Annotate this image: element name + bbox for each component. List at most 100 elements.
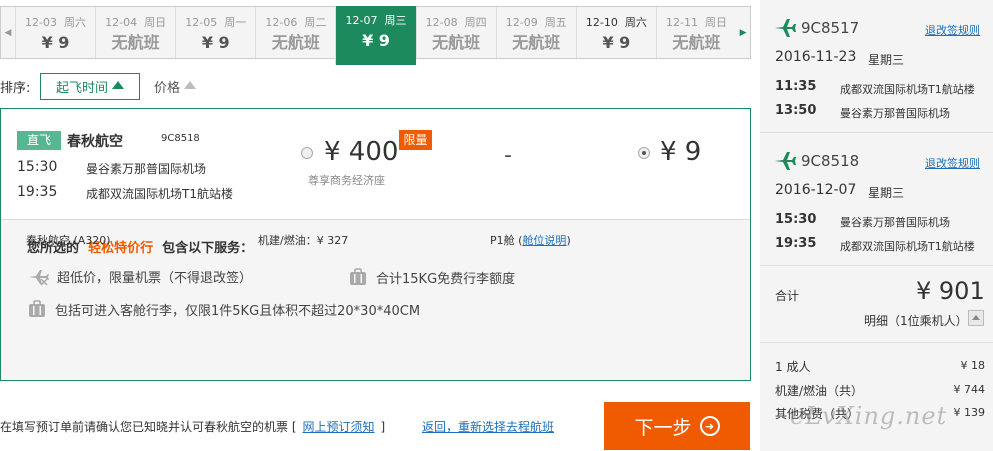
booking-notice: 在填写预订单前请确认您已知晓并认可春秋航空的机票 [网上预订须知]: [0, 420, 386, 434]
date-cell[interactable]: 12-10 周六 ¥ 9: [575, 7, 656, 58]
suitcase-icon: [350, 268, 366, 285]
limited-tag: 限量: [399, 130, 432, 150]
no-change-plane-icon: [29, 269, 49, 286]
summary-dep-airport: 曼谷素万那普国际机场: [840, 216, 950, 229]
collapse-detail-button[interactable]: [968, 310, 984, 326]
next-dates-arrow-icon[interactable]: ▶: [736, 7, 751, 58]
fare-option-radio-selected[interactable]: [638, 147, 650, 159]
service-text: 包括可进入客舱行李，仅限1件5KG且体积不超过20*30*40CM: [55, 303, 421, 319]
booking-terms-link[interactable]: 网上预订须知: [303, 420, 375, 434]
sort-up-arrow-icon: [184, 81, 197, 89]
date-cell[interactable]: 12-05 周一 ¥ 9: [175, 7, 256, 58]
date-cell[interactable]: 12-03 周六 ¥ 9: [14, 7, 96, 58]
prev-dates-arrow-icon[interactable]: ◀: [1, 7, 15, 58]
date-price: ¥ 9: [362, 31, 390, 50]
summary-flight-number: 9C8517: [801, 19, 860, 37]
plane-icon: [775, 152, 796, 170]
date-price: ¥ 9: [41, 33, 70, 52]
date-label: 12-09 周五: [505, 16, 567, 29]
date-price: 无航班: [672, 33, 721, 52]
fare-option-radio[interactable]: [301, 147, 313, 159]
watermark: eLvXing.net: [790, 402, 948, 430]
cabin-class: 尊享商务经济座: [308, 174, 385, 187]
sort-bar: 排序: 起飞时间 价格: [0, 72, 197, 100]
date-label: 12-03 周六: [25, 16, 86, 29]
date-price: 无航班: [271, 33, 320, 52]
date-price: ¥ 9: [602, 33, 631, 52]
date-cell-selected[interactable]: 12-07 周三 ¥ 9: [335, 6, 416, 65]
sort-departure-label: 起飞时间: [55, 80, 108, 96]
reselect-outbound-link[interactable]: 返回，重新选择去程航班: [422, 418, 554, 435]
sort-label: 排序:: [0, 80, 31, 96]
date-label: 12-05 周一: [185, 16, 247, 29]
fee-value: ¥ 18: [960, 359, 986, 372]
summary-weekday: 星期三: [868, 186, 905, 200]
date-strip: ◀ 12-03 周六 ¥ 9 12-04 周日无航班 12-05 周一 ¥ 9 12…: [0, 6, 751, 65]
divider: [760, 342, 993, 343]
date-label: 12-04 周日: [105, 16, 167, 29]
summary-date: 2016-12-07: [775, 182, 857, 198]
total-label: 合计: [775, 289, 800, 303]
summary-arr-airport: 成都双流国际机场T1航站楼: [840, 240, 975, 253]
departure-airport: 曼谷素万那普国际机场: [86, 162, 207, 176]
summary-dep-time: 15:30: [775, 212, 817, 227]
date-label: 12-07 周三: [345, 14, 407, 27]
arrival-airport: 成都双流国际机场T1航站楼: [86, 187, 233, 201]
divider: [760, 132, 993, 133]
sort-departure-time-button[interactable]: 起飞时间: [40, 72, 140, 100]
date-label: 12-06 周二: [265, 16, 327, 29]
cabin-class-code: P1舱 (舱位说明): [490, 234, 571, 247]
price-detail-label: 明细（1位乘机人）: [864, 314, 968, 328]
date-cell[interactable]: 12-06 周二无航班: [255, 7, 336, 58]
refund-rules-link[interactable]: 退改签规则: [925, 22, 980, 38]
date-price: 无航班: [111, 33, 160, 52]
no-fare-dash: -: [504, 143, 512, 168]
summary-dep-airport: 成都双流国际机场T1航站楼: [840, 83, 975, 96]
fee-value: ¥ 744: [953, 383, 986, 396]
summary-date: 2016-11-23: [775, 49, 857, 65]
refund-rules-link[interactable]: 退改签规则: [925, 155, 980, 171]
date-label: 12-10 周六: [585, 16, 647, 29]
service-text: 合计15KG免费行李额度: [376, 271, 516, 287]
total-price: ¥ 901: [916, 277, 985, 305]
flight-card: 直飞 春秋航空 9C8518 15:30 曼谷素万那普国际机场 19:35 成都…: [0, 108, 751, 381]
fare-option-price: ¥ 400: [324, 137, 399, 167]
service-item: 包括可进入客舱行李，仅限1件5KG且体积不超过20*30*40CM: [27, 299, 420, 319]
date-price: 无航班: [512, 33, 561, 52]
summary-arr-time: 19:35: [775, 236, 817, 251]
service-panel: 您所选的 轻松特价行 包含以下服务： 超低价，限量机票（不得退改签） 合计15K…: [1, 220, 750, 380]
flight-number: 9C8518: [161, 133, 200, 144]
date-price: ¥ 9: [201, 33, 230, 52]
direct-flight-badge: 直飞: [17, 131, 61, 150]
arrival-time: 19:35: [17, 184, 58, 200]
fee-label: 机建/燃油（共）: [775, 384, 864, 398]
departure-time: 15:30: [17, 159, 58, 175]
divider: [760, 265, 993, 266]
cabin-info-link[interactable]: 舱位说明: [522, 234, 566, 247]
circle-arrow-right-icon: ➜: [699, 416, 720, 436]
service-item: 超低价，限量机票（不得退改签）: [27, 267, 252, 286]
service-item: 合计15KG免费行李额度: [348, 267, 515, 287]
service-text: 超低价，限量机票（不得退改签）: [57, 271, 253, 286]
sort-price-button[interactable]: 价格: [154, 77, 197, 96]
date-label: 12-11 周日: [666, 16, 727, 29]
date-cell[interactable]: 12-09 周五无航班: [495, 7, 576, 58]
date-label: 12-08 周四: [425, 16, 487, 29]
airline-name: 春秋航空: [67, 134, 123, 150]
fee-label: 1 成人: [775, 360, 811, 374]
summary-weekday: 星期三: [868, 53, 905, 67]
aircraft-type: 春秋航空 (A320): [26, 234, 111, 247]
summary-arr-time: 13:50: [775, 103, 817, 118]
fee-value: ¥ 139: [953, 406, 986, 419]
fare-option-price: ¥ 9: [660, 137, 702, 167]
sort-up-arrow-icon: [112, 81, 124, 89]
next-step-button[interactable]: 下一步 ➜: [604, 402, 750, 450]
order-summary: 9C8517 退改签规则 2016-11-23 星期三 11:35 成都双流国际…: [760, 0, 993, 451]
date-cell[interactable]: 12-08 周四 无航班: [415, 7, 496, 58]
summary-flight-number: 9C8518: [801, 152, 860, 170]
next-step-label: 下一步: [634, 416, 692, 439]
sort-price-label: 价格: [154, 80, 181, 96]
date-cell[interactable]: 12-04 周日无航班: [95, 7, 176, 58]
date-cell[interactable]: 12-11 周日无航班: [655, 7, 737, 58]
plane-icon: [775, 19, 796, 37]
